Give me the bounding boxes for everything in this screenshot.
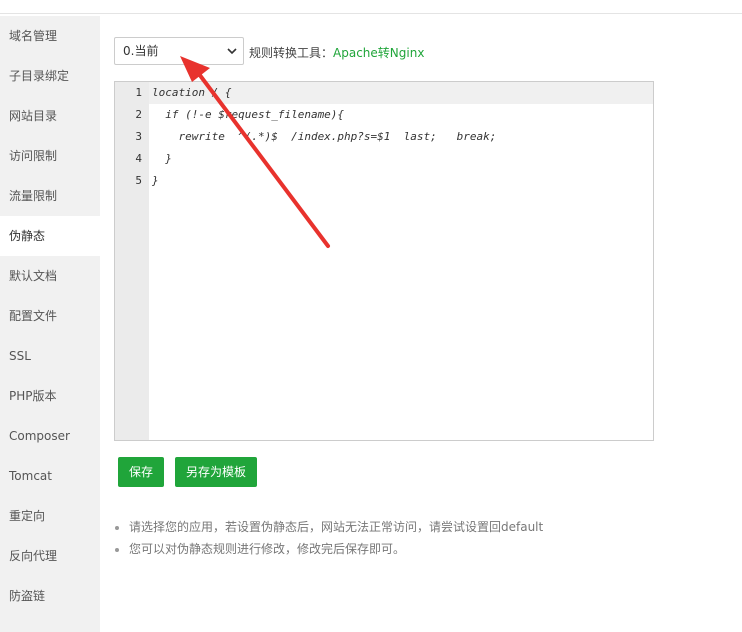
bullet-dot xyxy=(115,525,119,530)
sidebar-item-composer[interactable]: Composer xyxy=(0,416,100,456)
sidebar-item-site-directory[interactable]: 网站目录 xyxy=(0,96,100,136)
code-content[interactable]: location / { if (!-e $request_filename){… xyxy=(152,82,653,192)
sidebar: 域名管理 子目录绑定 网站目录 访问限制 流量限制 伪静态 默认文档 配置文件 … xyxy=(0,16,100,632)
save-as-template-button[interactable]: 另存为模板 xyxy=(175,457,257,487)
sidebar-item-php-version[interactable]: PHP版本 xyxy=(0,376,100,416)
sidebar-item-config-file[interactable]: 配置文件 xyxy=(0,296,100,336)
sidebar-item-tomcat[interactable]: Tomcat xyxy=(0,456,100,496)
sidebar-item-rewrite[interactable]: 伪静态 xyxy=(0,216,100,256)
rewrite-rule-select[interactable]: 0.当前 xyxy=(114,37,244,65)
code-line: } xyxy=(152,152,172,165)
sidebar-item-reverse-proxy[interactable]: 反向代理 xyxy=(0,536,100,576)
line-number: 5 xyxy=(135,174,142,187)
main-panel: 0.当前 规则转换工具：Apache转Nginx 1 2 3 4 5 locat… xyxy=(100,16,742,632)
sidebar-item-ssl[interactable]: SSL xyxy=(0,336,100,376)
rule-convert-label: 规则转换工具： xyxy=(249,46,334,60)
tip-text: 您可以对伪静态规则进行修改，修改完后保存即可。 xyxy=(129,542,406,556)
line-number: 4 xyxy=(135,152,142,165)
code-area[interactable]: location / { if (!-e $request_filename){… xyxy=(149,82,653,440)
tip-text: 请选择您的应用，若设置伪静态后，网站无法正常访问，请尝试设置回default xyxy=(129,520,544,534)
rule-convert-tool: 规则转换工具：Apache转Nginx xyxy=(249,44,424,61)
line-number: 3 xyxy=(135,130,142,143)
top-strip xyxy=(0,0,742,14)
code-line: if (!-e $request_filename){ xyxy=(152,108,345,121)
line-number: 1 xyxy=(135,86,142,99)
save-button[interactable]: 保存 xyxy=(118,457,164,487)
tips-list: 请选择您的应用，若设置伪静态后，网站无法正常访问，请尝试设置回default 您… xyxy=(115,516,543,560)
code-line: location / { xyxy=(152,86,232,99)
sidebar-item-traffic-limit[interactable]: 流量限制 xyxy=(0,176,100,216)
code-line: rewrite ^(.*)$ /index.php?s=$1 last; bre… xyxy=(152,130,497,143)
sidebar-item-domain[interactable]: 域名管理 xyxy=(0,16,100,56)
sidebar-item-redirect[interactable]: 重定向 xyxy=(0,496,100,536)
line-number-gutter: 1 2 3 4 5 xyxy=(115,82,149,440)
line-number: 2 xyxy=(135,108,142,121)
apache-to-nginx-link[interactable]: Apache转Nginx xyxy=(333,46,424,60)
code-editor[interactable]: 1 2 3 4 5 location / { if (!-e $request_… xyxy=(114,81,654,441)
sidebar-item-subdir-binding[interactable]: 子目录绑定 xyxy=(0,56,100,96)
tip-item: 请选择您的应用，若设置伪静态后，网站无法正常访问，请尝试设置回default xyxy=(115,516,543,538)
chevron-down-icon xyxy=(227,48,237,55)
sidebar-item-access-limit[interactable]: 访问限制 xyxy=(0,136,100,176)
tip-item: 您可以对伪静态规则进行修改，修改完后保存即可。 xyxy=(115,538,543,560)
sidebar-item-default-doc[interactable]: 默认文档 xyxy=(0,256,100,296)
sidebar-item-hotlink-protection[interactable]: 防盗链 xyxy=(0,576,100,616)
bullet-dot xyxy=(115,547,119,552)
code-line: } xyxy=(152,174,159,187)
rewrite-rule-selected: 0.当前 xyxy=(123,44,159,58)
